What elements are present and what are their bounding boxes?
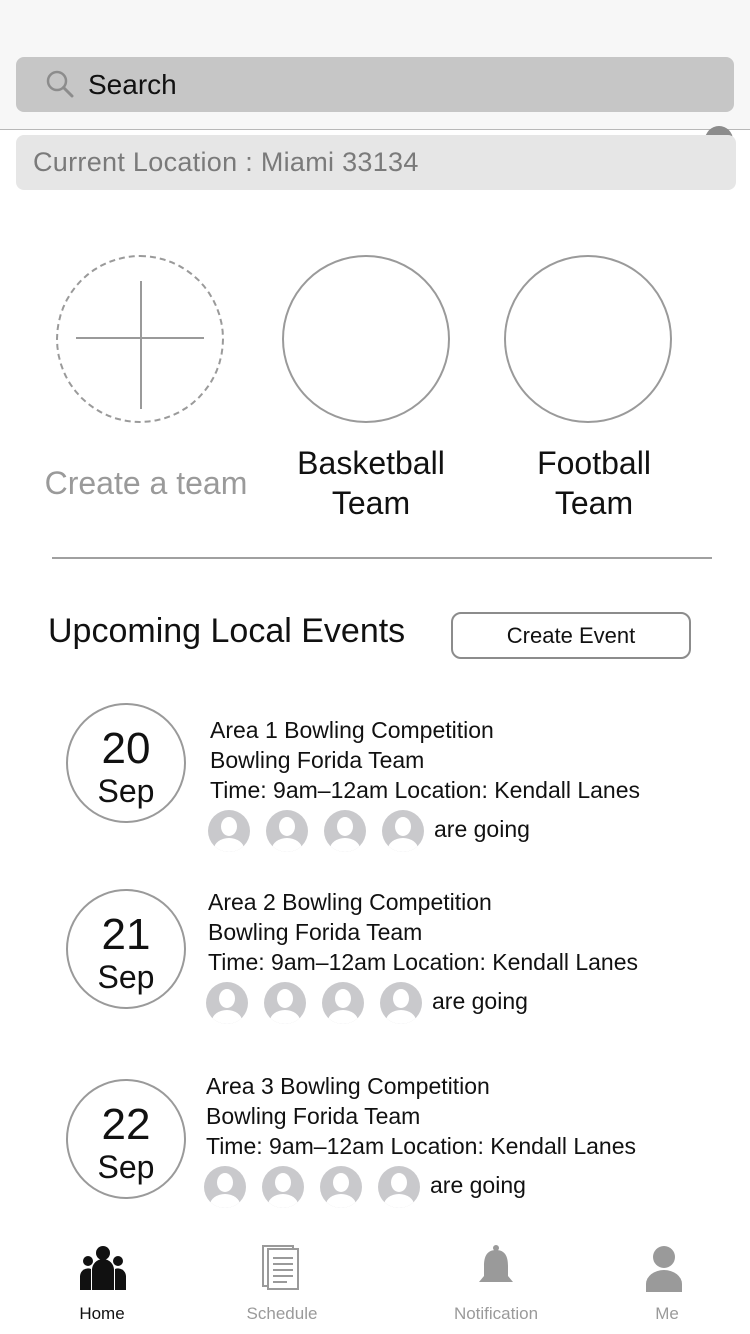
attendee-list[interactable]: are going <box>204 1166 604 1208</box>
going-label: are going <box>432 988 528 1014</box>
create-team-button[interactable] <box>56 255 224 423</box>
tab-notification[interactable]: Notification <box>421 1230 571 1334</box>
attendee-avatar[interactable] <box>382 810 424 852</box>
tab-me[interactable]: Me <box>592 1230 742 1334</box>
tab-bar: Home Schedule Notification Me <box>0 1230 750 1334</box>
attendee-list[interactable]: are going <box>208 810 608 852</box>
attendee-avatar[interactable] <box>206 982 248 1024</box>
event-details: Time: 9am–12am Location: Kendall Lanes <box>208 949 639 975</box>
current-location-text: Current Location : Miami 33134 <box>33 147 419 177</box>
current-location-field[interactable]: Current Location : Miami 33134 <box>16 135 736 190</box>
tab-home[interactable]: Home <box>27 1230 177 1334</box>
add-team-circle[interactable] <box>56 255 224 423</box>
going-label: are going <box>430 1172 526 1198</box>
event-day: 20 <box>101 724 151 773</box>
event-title: Area 3 Bowling Competition <box>206 1073 490 1099</box>
attendee-avatar[interactable] <box>322 982 364 1024</box>
attendee-avatar[interactable] <box>204 1166 246 1208</box>
attendee-avatar[interactable] <box>264 982 306 1024</box>
bell-icon <box>479 1245 513 1282</box>
plus-icon <box>140 281 142 409</box>
upcoming-events-title: Upcoming Local Events <box>48 612 406 650</box>
team-football[interactable] <box>504 255 672 423</box>
search-input[interactable] <box>88 65 688 105</box>
team-label-basketball[interactable]: Basketball Team <box>270 443 472 523</box>
create-team-label[interactable]: Create a team <box>30 463 262 503</box>
event-team: Bowling Forida Team <box>210 747 425 773</box>
attendee-avatar[interactable] <box>320 1166 362 1208</box>
event-date-badge: 22 Sep <box>66 1079 186 1199</box>
search-icon <box>46 70 74 98</box>
attendee-avatar[interactable] <box>208 810 250 852</box>
team-label-football[interactable]: Football Team <box>493 443 695 523</box>
search-bar[interactable] <box>16 57 734 154</box>
event-month: Sep <box>97 959 155 995</box>
document-icon <box>262 1245 299 1290</box>
attendee-avatar[interactable] <box>378 1166 420 1208</box>
attendee-avatar[interactable] <box>266 810 308 852</box>
event-day: 21 <box>101 910 151 959</box>
attendee-avatar[interactable] <box>380 982 422 1024</box>
event-team: Bowling Forida Team <box>206 1103 421 1129</box>
tab-home-label: Home <box>79 1304 125 1323</box>
event-title: Area 2 Bowling Competition <box>208 889 492 915</box>
people-icon <box>80 1246 126 1290</box>
tab-me-label: Me <box>655 1304 679 1323</box>
event-details: Time: 9am–12am Location: Kendall Lanes <box>206 1133 637 1159</box>
event-date-badge: 20 Sep <box>66 703 186 823</box>
team-basketball[interactable] <box>282 255 450 423</box>
section-divider <box>52 557 712 559</box>
event-details: Time: 9am–12am Location: Kendall Lanes <box>210 777 641 803</box>
tab-schedule[interactable]: Schedule <box>207 1230 357 1334</box>
event-item[interactable]: 21 Sep Area 2 Bowling Competition Bowlin… <box>0 889 750 1039</box>
event-title: Area 1 Bowling Competition <box>210 717 494 743</box>
person-icon <box>646 1246 682 1292</box>
team-avatar-football[interactable] <box>504 255 672 423</box>
team-avatar-basketball[interactable] <box>282 255 450 423</box>
event-date-badge: 21 Sep <box>66 889 186 1009</box>
event-month: Sep <box>97 1149 155 1185</box>
event-day: 22 <box>101 1100 151 1149</box>
tab-notification-label: Notification <box>453 1304 539 1323</box>
attendee-list[interactable]: are going <box>206 982 606 1024</box>
tab-schedule-label: Schedule <box>246 1304 318 1323</box>
attendee-avatar[interactable] <box>262 1166 304 1208</box>
create-event-button[interactable]: Create Event <box>451 612 691 659</box>
event-month: Sep <box>97 773 155 809</box>
event-item[interactable]: 20 Sep Area 1 Bowling Competition Bowlin… <box>0 703 750 853</box>
going-label: are going <box>434 816 530 842</box>
event-team: Bowling Forida Team <box>208 919 423 945</box>
attendee-avatar[interactable] <box>324 810 366 852</box>
event-item[interactable]: 22 Sep Area 3 Bowling Competition Bowlin… <box>0 1073 750 1229</box>
